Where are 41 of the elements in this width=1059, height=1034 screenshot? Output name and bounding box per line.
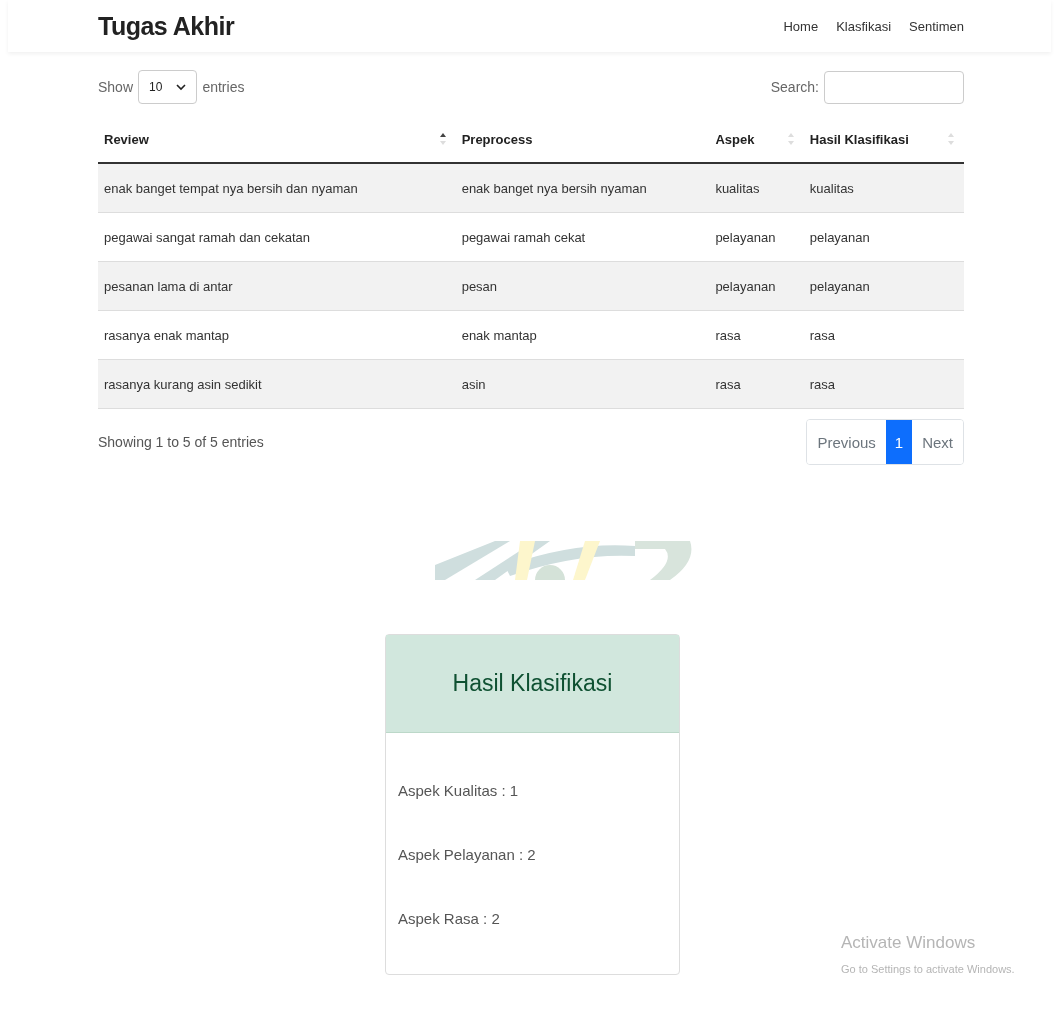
nav-link[interactable]: Home <box>783 18 819 34</box>
table-cell: pegawai ramah cekat <box>455 212 710 262</box>
table-cell: pegawai sangat ramah dan cekatan <box>98 212 456 262</box>
table-cell: enak banget tempat nya bersih dan nyaman <box>98 163 456 213</box>
table-cell: rasa <box>709 359 804 409</box>
sort-icon <box>439 132 446 146</box>
search-field[interactable] <box>824 70 964 104</box>
table-cell: asin <box>455 359 710 409</box>
table-cell: pelayanan <box>803 261 964 311</box>
table-cell: rasanya kurang asin sedikit <box>98 359 456 409</box>
table-cell: pelayanan <box>709 261 804 311</box>
result-item: Aspek Rasa : 2 <box>398 909 501 929</box>
result-item: Aspek Kualitas : 1 <box>398 781 520 801</box>
show-label: Show <box>98 79 134 95</box>
table-cell: pesanan lama di antar <box>98 261 456 311</box>
result-item: Aspek Pelayanan : 2 <box>398 845 537 865</box>
table-cell: pelayanan <box>709 212 804 262</box>
table-cell: rasanya enak mantap <box>98 310 456 360</box>
sort-icon <box>787 132 794 146</box>
card-title: Hasil Klasifikasi <box>452 670 613 697</box>
entries-label: entries <box>202 79 245 95</box>
search-label: Search: <box>770 79 819 95</box>
nav-link[interactable]: Sentimen <box>909 18 964 34</box>
table-cell: rasa <box>709 310 804 360</box>
table-cell: rasa <box>803 359 964 409</box>
table-cell: rasa <box>803 310 964 360</box>
table-info: Showing 1 to 5 of 5 entries <box>98 434 264 450</box>
table-cell: pesan <box>455 261 710 311</box>
table-cell: enak mantap <box>455 310 710 360</box>
table-cell: kualitas <box>709 163 804 213</box>
sort-icon <box>948 132 954 146</box>
current-page-button[interactable]: 1 <box>885 420 913 464</box>
table-cell: kualitas <box>803 163 964 213</box>
table-cell: pelayanan <box>803 212 964 262</box>
chevron-down-icon <box>176 83 187 91</box>
activation-message: Go to Settings to activate Windows. <box>841 963 1015 975</box>
nav-link[interactable]: Klasfikasi <box>836 18 892 34</box>
brand-title[interactable]: Tugas Akhir <box>98 11 235 41</box>
page-size-select[interactable]: 10 <box>138 70 198 104</box>
activation-title: Activate Windows <box>841 933 977 953</box>
table-cell: enak banget nya bersih nyaman <box>455 163 710 213</box>
